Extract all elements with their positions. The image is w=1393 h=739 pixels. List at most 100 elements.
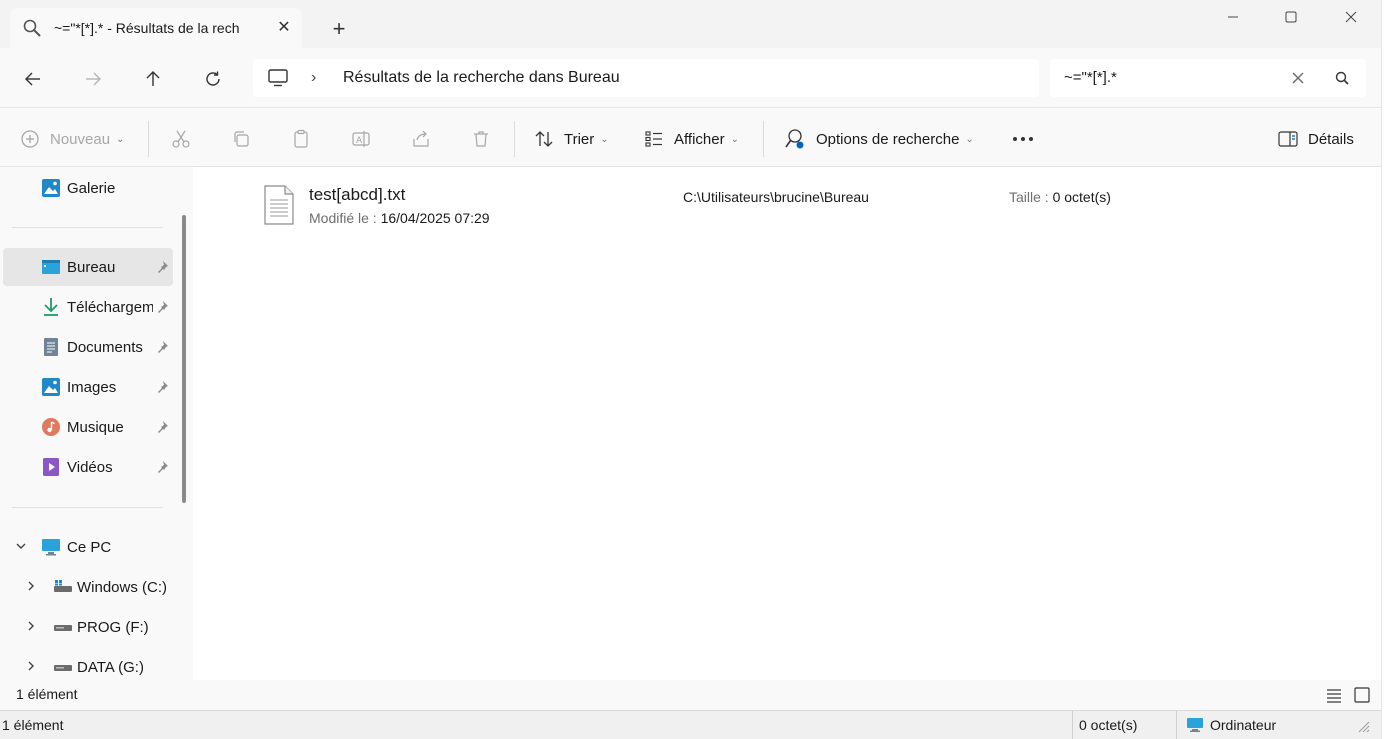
- sidebar-item-images[interactable]: Images: [3, 368, 173, 406]
- refresh-icon: [206, 71, 220, 86]
- drive-icon: [54, 665, 72, 671]
- search-box: ~="*[*].*: [1050, 59, 1366, 97]
- item-count: 1 élément: [16, 686, 78, 702]
- view-button[interactable]: Afficher ⌄: [644, 123, 739, 155]
- breadcrumb[interactable]: Résultats de la recherche dans Bureau: [343, 69, 620, 87]
- clear-search-icon[interactable]: [1288, 68, 1308, 88]
- up-button[interactable]: [140, 66, 166, 92]
- maximize-button[interactable]: [1262, 0, 1320, 34]
- navigation-bar: › Résultats de la recherche dans Bureau …: [0, 48, 1381, 108]
- toolbar-divider: [763, 121, 764, 157]
- search-options-label: Options de recherche: [816, 130, 960, 148]
- details-view-icon[interactable]: [1325, 686, 1343, 704]
- sort-icon: [535, 131, 553, 147]
- close-window-button[interactable]: [1322, 0, 1380, 34]
- details-pane-button[interactable]: Détails: [1278, 123, 1354, 155]
- sidebar-item-drive-f[interactable]: PROG (F:): [3, 608, 173, 646]
- file-list: test[abcd].txt Modifié le : 16/04/2025 0…: [193, 167, 1381, 680]
- sidebar-divider: [12, 507, 163, 508]
- copy-icon: [234, 131, 249, 147]
- chevron-down-icon: ⌄: [730, 133, 739, 145]
- cut-button[interactable]: [169, 127, 193, 151]
- details-pane-icon: [1278, 131, 1298, 147]
- forward-button[interactable]: [80, 66, 106, 92]
- rename-button[interactable]: A: [349, 127, 373, 151]
- sidebar-scrollbar[interactable]: [175, 167, 193, 680]
- pin-icon[interactable]: [155, 340, 169, 354]
- scrollbar-thumb[interactable]: [182, 215, 186, 503]
- documents-icon: [44, 338, 58, 356]
- images-icon: [42, 378, 60, 396]
- pin-icon[interactable]: [155, 460, 169, 474]
- pin-icon[interactable]: [155, 260, 169, 274]
- share-icon: [413, 130, 429, 147]
- sidebar-item-label: Ce PC: [67, 539, 112, 556]
- large-icons-view-icon[interactable]: [1353, 686, 1371, 704]
- sidebar-item-desktop[interactable]: Bureau: [3, 248, 173, 286]
- zone-label: Ordinateur: [1210, 717, 1277, 733]
- arrow-up-icon: [146, 71, 160, 86]
- chevron-down-icon[interactable]: [15, 540, 27, 555]
- plus-circle-icon: [21, 130, 39, 148]
- delete-button[interactable]: [469, 127, 493, 151]
- resize-grip-icon[interactable]: [1356, 719, 1370, 733]
- sort-button[interactable]: Trier ⌄: [534, 123, 609, 155]
- sidebar-item-this-pc[interactable]: Ce PC: [3, 528, 173, 566]
- bottom-status-bar: 1 élément 0 octet(s) Ordinateur: [0, 710, 1381, 739]
- chevron-right-icon[interactable]: [25, 620, 37, 635]
- command-bar: Nouveau ⌄ A Trier ⌄ Afficher ⌄ Options d…: [0, 109, 1381, 167]
- search-options-button[interactable]: Options de recherche ⌄: [784, 123, 974, 155]
- videos-icon: [43, 458, 59, 476]
- close-icon: [1345, 11, 1357, 23]
- sidebar-item-music[interactable]: Musique: [3, 408, 173, 446]
- search-icon[interactable]: [1332, 68, 1352, 88]
- refresh-button[interactable]: [200, 66, 226, 92]
- computer-icon: [1187, 718, 1203, 732]
- chevron-down-icon: ⌄: [965, 133, 974, 145]
- search-input[interactable]: ~="*[*].*: [1064, 69, 1117, 86]
- more-options-button[interactable]: [1012, 123, 1034, 155]
- chevron-down-icon: ⌄: [600, 133, 609, 145]
- navigation-pane: Galerie Bureau Téléchargem Documents Ima…: [0, 167, 175, 680]
- file-path: C:\Utilisateurs\brucine\Bureau: [683, 189, 869, 205]
- sidebar-item-label: Vidéos: [67, 459, 113, 476]
- copy-button[interactable]: [229, 127, 253, 151]
- chevron-right-icon[interactable]: [25, 660, 37, 675]
- tab-title: ~="*[*].* - Résultats de la rech: [54, 20, 240, 36]
- view-button-label: Afficher: [674, 130, 725, 148]
- sidebar-item-videos[interactable]: Vidéos: [3, 448, 173, 486]
- minimize-button[interactable]: [1204, 0, 1262, 34]
- pin-icon[interactable]: [155, 300, 169, 314]
- view-list-icon: [645, 131, 662, 147]
- sidebar-item-label: Windows (C:): [77, 579, 168, 596]
- chevron-right-icon[interactable]: [25, 580, 37, 595]
- search-icon: [23, 19, 41, 37]
- clipboard-icon: [294, 129, 308, 148]
- music-icon: [42, 418, 60, 436]
- breadcrumb-chevron-icon[interactable]: ›: [311, 69, 316, 87]
- list-item[interactable]: test[abcd].txt Modifié le : 16/04/2025 0…: [255, 181, 1355, 233]
- text-file-icon: [264, 185, 294, 225]
- window-edge: [1381, 0, 1393, 739]
- pin-icon[interactable]: [155, 380, 169, 394]
- tab-search-results[interactable]: ~="*[*].* - Résultats de la rech ✕: [10, 8, 302, 48]
- sidebar-item-documents[interactable]: Documents: [3, 328, 173, 366]
- new-tab-button[interactable]: +: [326, 16, 352, 42]
- bottom-item-count: 1 élément: [2, 717, 64, 733]
- sidebar-item-gallery[interactable]: Galerie: [3, 169, 173, 207]
- arrow-left-icon: [25, 72, 40, 86]
- sidebar-item-drive-c[interactable]: Windows (C:): [3, 568, 173, 606]
- address-bar[interactable]: › Résultats de la recherche dans Bureau: [253, 59, 1039, 97]
- sidebar-item-downloads[interactable]: Téléchargem: [3, 288, 173, 326]
- new-button[interactable]: Nouveau ⌄: [20, 123, 124, 155]
- sidebar-item-label: Images: [67, 379, 117, 396]
- pin-icon[interactable]: [155, 420, 169, 434]
- share-button[interactable]: [409, 127, 433, 151]
- sidebar-item-label: Musique: [67, 419, 124, 436]
- paste-button[interactable]: [289, 127, 313, 151]
- tab-close-icon[interactable]: ✕: [274, 18, 294, 38]
- minimize-icon: [1228, 16, 1238, 18]
- back-button[interactable]: [20, 66, 46, 92]
- toolbar-divider: [148, 121, 149, 157]
- title-bar: ~="*[*].* - Résultats de la rech ✕ +: [0, 0, 1381, 48]
